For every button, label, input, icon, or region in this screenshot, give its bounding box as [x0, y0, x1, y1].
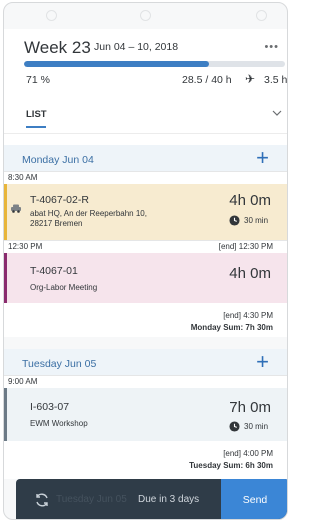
add-entry-icon[interactable]: + [256, 351, 269, 373]
week-progress-bar [24, 61, 285, 67]
airplane-icon: ✈ [245, 72, 256, 86]
clock-icon [229, 215, 240, 226]
entry-code: T-4067-02-R [30, 194, 89, 206]
entry-code: I-603-07 [30, 401, 70, 413]
end-time: [end] 4:00 PM [223, 449, 273, 458]
day-title: Monday Jun 04 [22, 154, 94, 166]
entry-color-bar [4, 184, 7, 240]
time-entry[interactable]: T-4067-02-R abat HQ, An der Reeperbahn 1… [4, 184, 287, 240]
entry-code: T-4067-01 [30, 265, 78, 277]
day-sum: Tuesday Sum: 6h 30m [189, 461, 273, 470]
due-label: Due in 3 days [138, 494, 200, 505]
sync-icon[interactable] [34, 492, 50, 508]
entry-duration: 7h 0m [229, 399, 271, 416]
week-title: Week 23 [24, 38, 91, 57]
start-time: 12:30 PM [8, 242, 43, 251]
submit-footer: Tuesday Jun 05 Due in 3 days Send [16, 479, 287, 519]
tab-list[interactable]: LIST [26, 109, 47, 120]
day-summary-monday: [end] 4:30 PM Monday Sum: 7h 30m [4, 303, 287, 337]
entry-address-line2: 28217 Bremen [30, 219, 83, 228]
camera-icon [140, 10, 151, 21]
time-row: 12:30 PM [end] 12:30 PM [4, 240, 287, 253]
more-dots-icon[interactable]: ••• [264, 41, 279, 53]
start-time: 9:00 AM [8, 377, 38, 386]
entry-description: Org-Labor Meeting [30, 283, 98, 292]
clock-icon [229, 421, 240, 432]
progress-percent: 71 % [26, 74, 50, 86]
time-row: 9:00 AM [4, 375, 287, 388]
week-progress-fill [24, 61, 210, 67]
end-time: [end] 12:30 PM [218, 242, 273, 251]
entry-address-line1: abat HQ, An der Reeperbahn 10, [30, 209, 147, 218]
travel-time: 30 min [244, 216, 269, 225]
tab-underline [26, 126, 46, 128]
start-time: 8:30 AM [8, 173, 38, 182]
status-bar [4, 3, 287, 29]
day-header-monday: Monday Jun 04 + [4, 145, 287, 171]
day-title: Tuesday Jun 05 [22, 358, 97, 370]
add-entry-icon[interactable]: + [256, 147, 269, 169]
status-dot-icon [46, 10, 57, 21]
time-entry[interactable]: T-4067-01 Org-Labor Meeting 4h 0m [4, 253, 287, 303]
week-header: Week 23 Jun 04 – 10, 2018 ••• 71 % 28.5 … [4, 29, 288, 159]
phone-frame: Week 23 Jun 04 – 10, 2018 ••• 71 % 28.5 … [3, 2, 288, 520]
entry-color-bar [4, 253, 7, 303]
footer-obscured-day: Tuesday Jun 05 [56, 494, 127, 505]
week-date-range: Jun 04 – 10, 2018 [94, 41, 179, 53]
travel-hours: 3.5 h [264, 74, 288, 86]
divider [4, 133, 287, 134]
send-button[interactable]: Send [221, 479, 287, 519]
time-row: 8:30 AM [4, 171, 287, 184]
time-entry[interactable]: I-603-07 EWM Workshop 7h 0m 30 min [4, 388, 287, 441]
travel-time: 30 min [244, 422, 269, 431]
entry-duration: 4h 0m [229, 265, 271, 282]
travel-car-icon [11, 204, 21, 213]
hours-logged: 28.5 / 40 h [182, 74, 232, 86]
day-summary-tuesday: [end] 4:00 PM Tuesday Sum: 6h 30m [4, 441, 287, 479]
status-dot-icon [256, 10, 267, 21]
end-time: [end] 4:30 PM [223, 311, 273, 320]
entry-description: EWM Workshop [30, 419, 88, 428]
chevron-down-icon[interactable] [271, 107, 283, 119]
entry-duration: 4h 0m [229, 192, 271, 209]
day-sum: Monday Sum: 7h 30m [190, 323, 273, 332]
entry-color-bar [4, 388, 7, 441]
day-header-tuesday: Tuesday Jun 05 + [4, 349, 287, 375]
